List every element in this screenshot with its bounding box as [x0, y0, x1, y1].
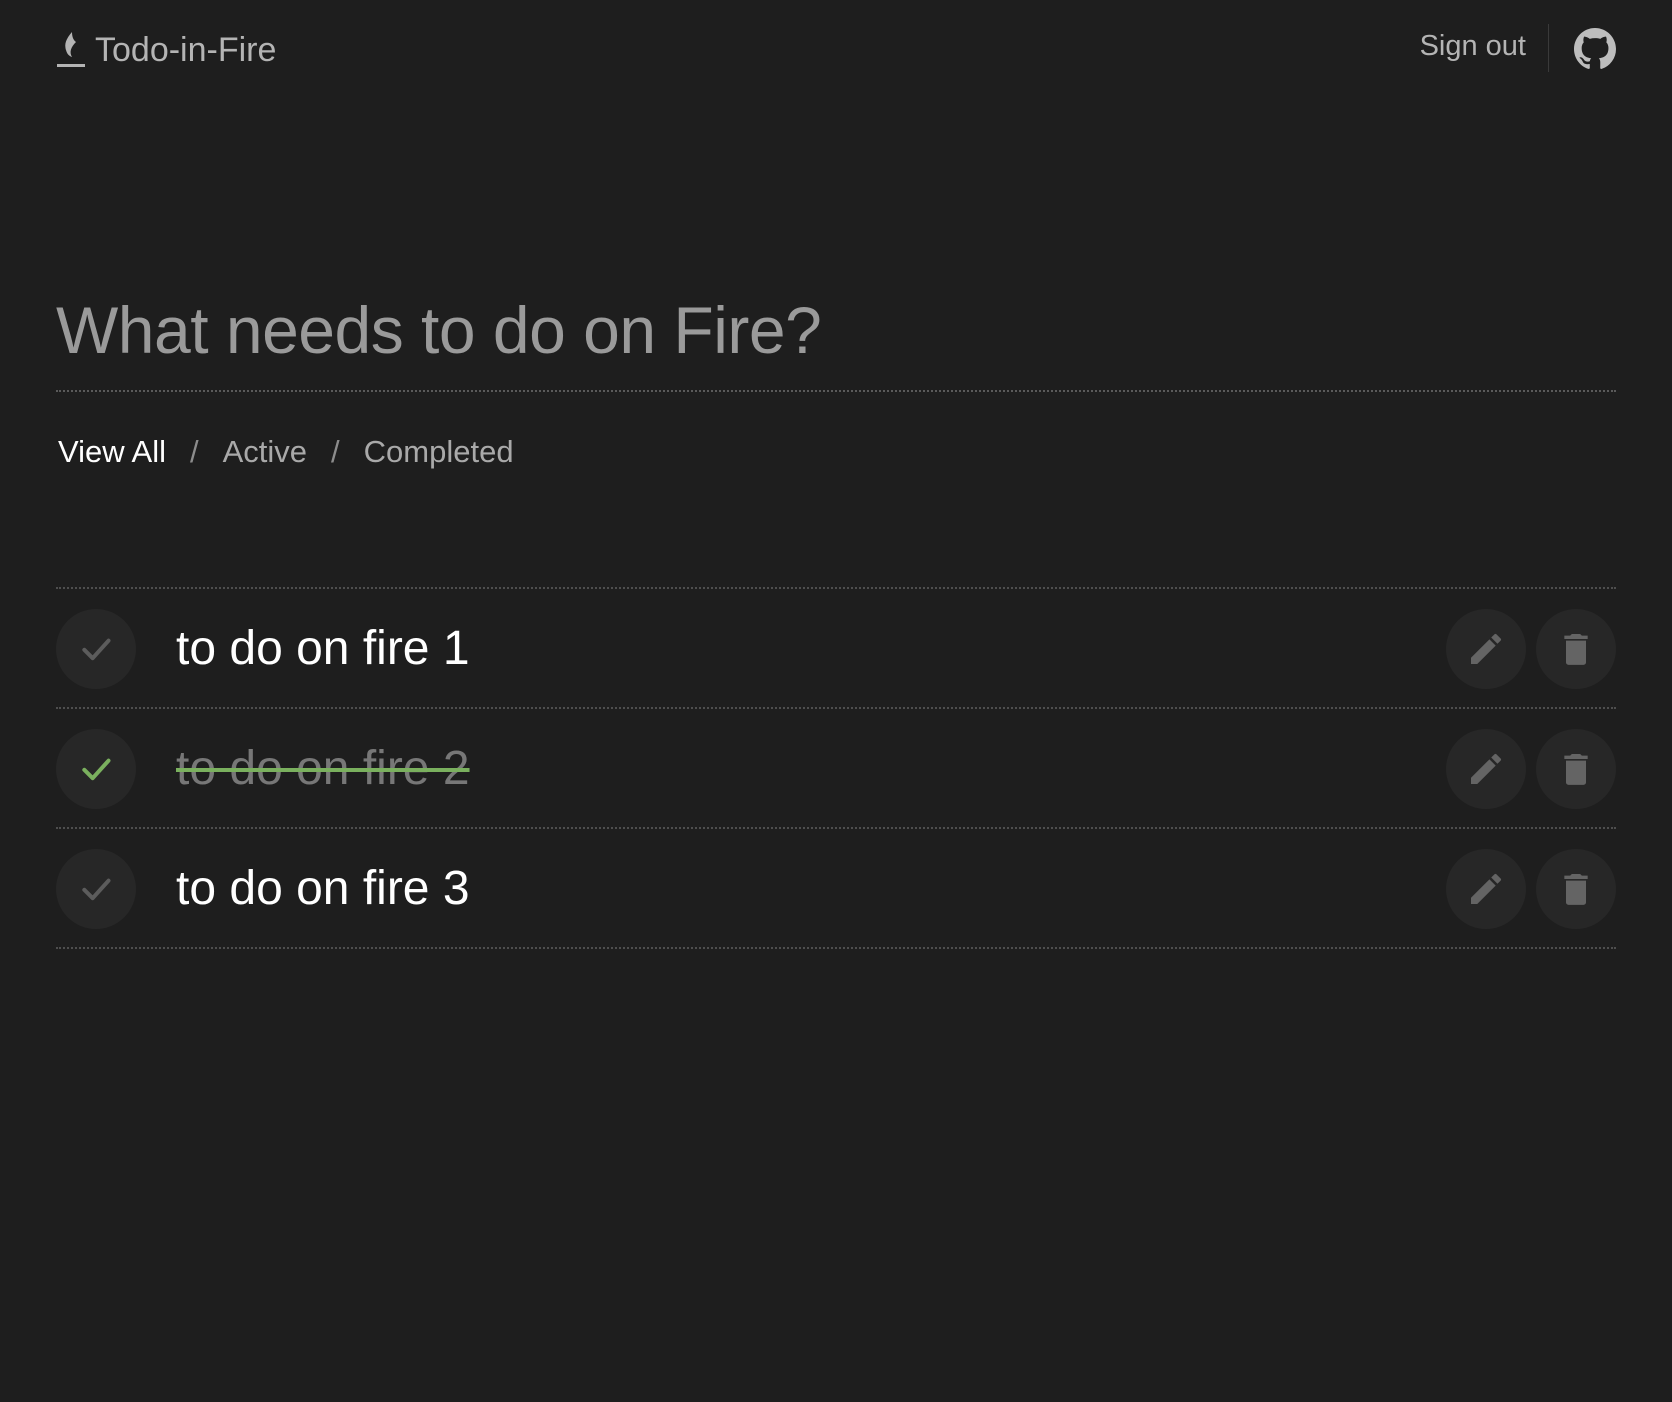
todo-item: to do on fire 1 — [56, 589, 1616, 709]
edit-button[interactable] — [1446, 609, 1526, 689]
filter-nav: View All / Active / Completed — [58, 434, 514, 470]
delete-button[interactable] — [1536, 609, 1616, 689]
trash-icon — [1564, 754, 1588, 785]
filter-completed[interactable]: Completed — [364, 434, 514, 470]
todo-text[interactable]: to do on fire 2 — [176, 737, 470, 801]
check-icon — [82, 758, 111, 781]
todo-item: to do on fire 3 — [56, 829, 1616, 949]
check-icon — [82, 878, 111, 901]
todo-text[interactable]: to do on fire 1 — [176, 617, 470, 681]
sign-out-link[interactable]: Sign out — [1420, 30, 1526, 63]
filter-separator: / — [331, 434, 340, 469]
pencil-icon — [1471, 753, 1502, 784]
trash-icon — [1564, 874, 1588, 905]
flame-icon — [57, 32, 85, 67]
pencil-icon — [1471, 873, 1502, 904]
edit-button[interactable] — [1446, 729, 1526, 809]
todo-toggle[interactable] — [56, 609, 136, 689]
filter-separator: / — [190, 434, 199, 469]
pencil-icon — [1471, 633, 1502, 664]
check-icon — [82, 638, 111, 661]
edit-button[interactable] — [1446, 849, 1526, 929]
todo-list: to do on fire 1 to do on fire 2 to do on… — [56, 587, 1616, 949]
trash-icon — [1564, 634, 1588, 665]
filter-view-all[interactable]: View All — [58, 434, 166, 470]
header-divider — [1548, 24, 1549, 72]
todo-item: to do on fire 2 — [56, 709, 1616, 829]
app-header: Todo-in-Fire Sign out — [0, 0, 1672, 100]
github-icon[interactable] — [1574, 28, 1616, 70]
todo-text[interactable]: to do on fire 3 — [176, 857, 470, 921]
delete-button[interactable] — [1536, 729, 1616, 809]
delete-button[interactable] — [1536, 849, 1616, 929]
new-todo-input[interactable] — [56, 280, 1616, 380]
new-todo-container — [56, 280, 1616, 392]
brand-link[interactable]: Todo-in-Fire — [56, 28, 276, 72]
todo-toggle[interactable] — [56, 849, 136, 929]
todo-toggle[interactable] — [56, 729, 136, 809]
filter-active[interactable]: Active — [223, 434, 307, 470]
app-title: Todo-in-Fire — [95, 30, 277, 69]
